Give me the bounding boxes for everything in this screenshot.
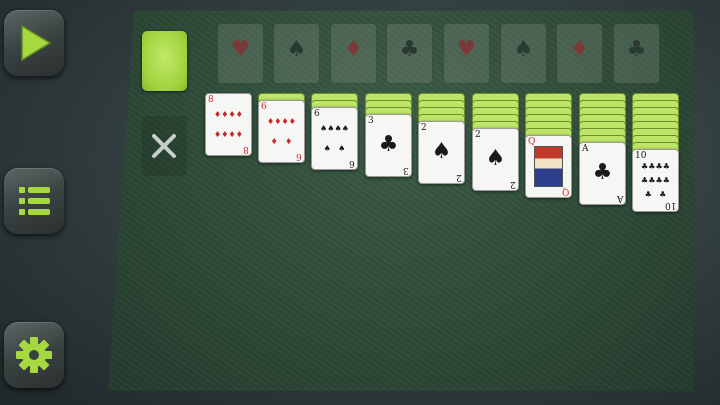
card-rank-bottom: 2 (456, 172, 462, 182)
pip-icon: ♦ (228, 130, 236, 140)
faceup-card[interactable]: 10 10 ♣ ♣ ♣ ♣ ♣ ♣ ♣ ♣ ♣ ♣ (632, 149, 679, 212)
card-rank: 6 (261, 102, 267, 112)
pip-icon: ♣ (662, 162, 670, 172)
pip-icon: ♦ (235, 130, 243, 140)
foundation-suit-icon: ♠ (286, 37, 307, 62)
faceup-card[interactable]: 2 2 ♠ (472, 128, 519, 191)
card-pips: ♦ ♦ ♦ ♦ ♦ ♦ (267, 111, 296, 152)
card-rank-bottom: 10 (664, 200, 676, 210)
menu-button[interactable] (4, 168, 64, 234)
foundation-suit-icon: ♠ (513, 37, 534, 62)
pip-icon: ♦ (221, 109, 229, 119)
pip-icon: ♣ (641, 162, 649, 172)
pip-icon: ♠ (334, 123, 342, 133)
pip-icon: ♣ (648, 175, 656, 185)
faceup-card[interactable]: 6 6 ♠ ♠ ♠ ♠ ♠ ♠ (311, 107, 358, 170)
pip-icon: ♠ (341, 123, 349, 133)
pip-icon: ♠ (323, 144, 331, 154)
card-suit-icon: ♣ (592, 160, 613, 185)
pip-icon: ♦ (285, 137, 293, 147)
settings-button[interactable] (4, 322, 64, 388)
foundation-slot-8[interactable]: ♣ (613, 23, 660, 84)
pip-icon: ♠ (320, 123, 328, 133)
card-suit-icon: ♠ (431, 139, 452, 164)
pip-icon: ♣ (648, 162, 656, 172)
card-rank: 8 (208, 95, 214, 105)
foundation-slot-4[interactable]: ♣ (386, 23, 433, 84)
waste-slot[interactable] (142, 116, 187, 176)
card-rank-bottom: 8 (243, 144, 249, 154)
foundation-suit-icon: ♦ (343, 37, 364, 62)
pip-icon: ♠ (327, 123, 335, 133)
card-pips: ♠ ♠ ♠ ♠ ♠ ♠ (320, 118, 349, 159)
foundation-suit-icon: ♦ (569, 37, 590, 62)
card-rank: 2 (475, 130, 481, 140)
faceup-card[interactable]: 2 2 ♠ (418, 121, 465, 184)
foundation-slot-6[interactable]: ♠ (500, 23, 547, 84)
pip-icon: ♠ (338, 144, 346, 154)
card-pips: ♦ ♦ ♦ ♦ ♦ ♦ ♦ ♦ (214, 104, 243, 145)
pip-icon: ♣ (659, 189, 667, 199)
card-rank-bottom: 6 (296, 151, 302, 161)
pip-icon: ♣ (655, 175, 663, 185)
queen-face-icon (534, 146, 563, 187)
sidebar (0, 0, 80, 405)
pip-icon: ♦ (214, 130, 222, 140)
foundation-slot-5[interactable]: ♥ (443, 23, 490, 84)
foundation-suit-icon: ♥ (230, 37, 251, 62)
close-icon (152, 134, 176, 158)
card-rank-bottom: 6 (349, 158, 355, 168)
pip-icon: ♦ (267, 116, 275, 126)
faceup-card[interactable]: 6 6 ♦ ♦ ♦ ♦ ♦ ♦ (258, 100, 305, 163)
card-pips: ♣ ♣ ♣ ♣ ♣ ♣ ♣ ♣ ♣ ♣ (641, 160, 670, 201)
pip-icon: ♦ (270, 137, 278, 147)
pip-icon: ♦ (221, 130, 229, 140)
faceup-card[interactable]: QQ (525, 135, 572, 198)
faceup-card[interactable]: 8 8 ♦ ♦ ♦ ♦ ♦ ♦ ♦ ♦ (205, 93, 252, 156)
card-rank: A (582, 144, 589, 154)
play-button[interactable] (4, 10, 64, 76)
faceup-card[interactable]: 3 3 ♣ (365, 114, 412, 177)
foundation-slot-1[interactable]: ♥ (217, 23, 264, 84)
pip-icon: ♦ (235, 109, 243, 119)
play-icon (21, 24, 52, 62)
pip-icon: ♣ (655, 162, 663, 172)
card-rank: 2 (421, 123, 427, 133)
pip-icon: ♦ (281, 116, 289, 126)
card-rank: 6 (314, 109, 320, 119)
gear-icon (16, 337, 52, 373)
pip-icon: ♦ (274, 116, 282, 126)
foundation-suit-icon: ♣ (399, 37, 420, 62)
card-rank-bottom: 3 (403, 165, 409, 175)
card-rank: 3 (368, 116, 374, 126)
pip-icon: ♦ (288, 116, 296, 126)
pip-icon: ♦ (214, 109, 222, 119)
foundation-slot-2[interactable]: ♠ (273, 23, 320, 84)
card-suit-icon: ♠ (485, 146, 506, 171)
stock-pile[interactable] (142, 31, 187, 91)
card-suit-icon: ♣ (378, 132, 399, 157)
foundation-slot-7[interactable]: ♦ (556, 23, 603, 84)
pip-icon: ♦ (228, 109, 236, 119)
foundation-slot-3[interactable]: ♦ (330, 23, 377, 84)
foundation-suit-icon: ♣ (626, 37, 647, 62)
card-rank-bottom: A (616, 193, 624, 203)
card-rank-bottom: 2 (510, 179, 516, 189)
pip-icon: ♣ (662, 175, 670, 185)
card-rank-bottom: Q (561, 186, 569, 196)
faceup-card[interactable]: A A ♣ (579, 142, 626, 205)
pip-icon: ♣ (644, 189, 652, 199)
menu-icon (19, 187, 50, 215)
foundation-suit-icon: ♥ (456, 37, 477, 62)
pip-icon: ♣ (641, 175, 649, 185)
